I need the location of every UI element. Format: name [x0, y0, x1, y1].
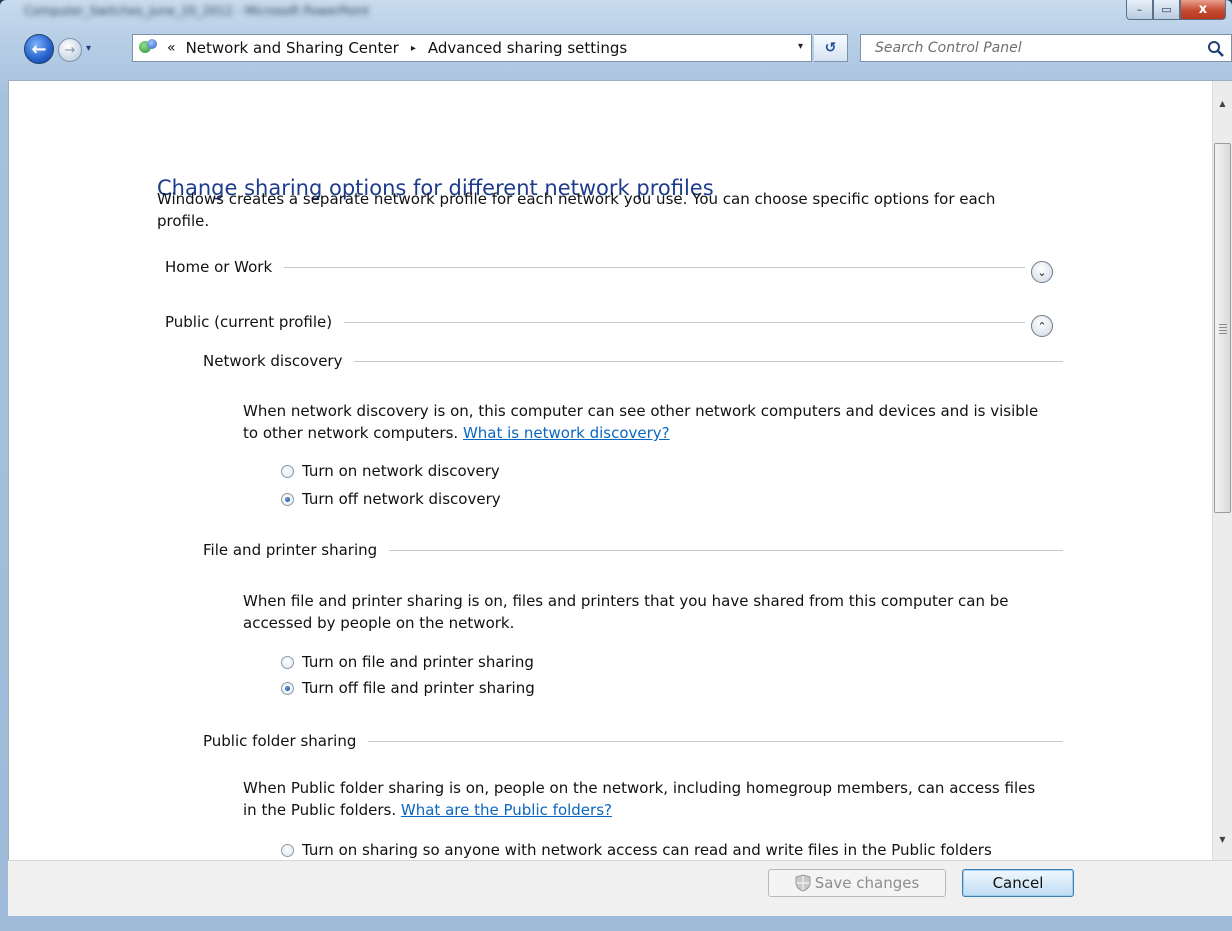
- cancel-label: Cancel: [992, 874, 1044, 892]
- radio-button[interactable]: [281, 843, 294, 857]
- recent-pages-dropdown-icon[interactable]: ▾: [86, 43, 91, 54]
- radio-turn-on-file-printer-sharing[interactable]: Turn on file and printer sharing: [281, 653, 534, 671]
- vertical-scrollbar[interactable]: ▲ ▼: [1212, 81, 1232, 860]
- radio-turn-off-network-discovery[interactable]: Turn off network discovery: [281, 490, 501, 508]
- divider: [344, 321, 1025, 323]
- section-network-discovery: Network discovery: [203, 352, 1063, 370]
- window-title: Computer_Switches_June_20_2012 - Microso…: [24, 4, 370, 18]
- search-box[interactable]: [860, 34, 1232, 62]
- section-public-folder-sharing: Public folder sharing: [203, 732, 1063, 750]
- scrollbar-thumb[interactable]: [1214, 143, 1231, 513]
- breadcrumb-separator-icon[interactable]: ▸: [411, 43, 416, 54]
- profile-public-label: Public (current profile): [165, 313, 333, 331]
- file-printer-sharing-description: When file and printer sharing is on, fil…: [243, 592, 1009, 632]
- network-discovery-description: When network discovery is on, this compu…: [243, 402, 1039, 442]
- what-is-network-discovery-link[interactable]: What is network discovery?: [463, 424, 670, 442]
- forward-button[interactable]: →: [58, 38, 82, 62]
- refresh-button[interactable]: ↺: [814, 34, 848, 62]
- scroll-down-arrow-icon[interactable]: ▼: [1213, 829, 1232, 849]
- breadcrumb: « Network and Sharing Center ▸ Advanced …: [167, 39, 627, 57]
- back-arrow-icon: ←: [31, 38, 47, 60]
- intro-text: Windows creates a separate network profi…: [157, 190, 996, 230]
- save-changes-button[interactable]: Save changes: [768, 869, 946, 897]
- radio-turn-on-network-discovery[interactable]: Turn on network discovery: [281, 462, 500, 480]
- uac-shield-icon: [795, 874, 811, 892]
- public-folder-sharing-description: When Public folder sharing is on, people…: [243, 779, 1036, 819]
- address-dropdown-icon[interactable]: ▾: [798, 41, 803, 52]
- address-bar[interactable]: « Network and Sharing Center ▸ Advanced …: [132, 34, 812, 62]
- save-changes-label: Save changes: [814, 874, 920, 892]
- caption-buttons: – ▭ x: [1126, 0, 1226, 22]
- network-center-icon: [137, 38, 161, 58]
- profile-home-or-work-label: Home or Work: [165, 258, 273, 276]
- maximize-button[interactable]: ▭: [1153, 0, 1180, 20]
- divider: [284, 266, 1025, 268]
- radio-button-selected[interactable]: [281, 492, 294, 506]
- collapse-public-button[interactable]: ⌃: [1031, 315, 1053, 337]
- radio-turn-on-public-folder-sharing[interactable]: Turn on sharing so anyone with network a…: [281, 841, 992, 859]
- breadcrumb-advanced-sharing-settings[interactable]: Advanced sharing settings: [428, 39, 627, 57]
- radio-button[interactable]: [281, 655, 294, 669]
- radio-button-selected[interactable]: [281, 681, 294, 695]
- search-input[interactable]: [873, 39, 1177, 57]
- section-title: Network discovery: [203, 352, 343, 370]
- breadcrumb-overflow-icon[interactable]: «: [167, 40, 176, 56]
- divider: [354, 360, 1063, 362]
- close-button[interactable]: x: [1180, 0, 1226, 20]
- breadcrumb-network-and-sharing-center[interactable]: Network and Sharing Center: [186, 39, 399, 57]
- radio-button[interactable]: [281, 464, 294, 478]
- section-file-and-printer-sharing: File and printer sharing: [203, 541, 1063, 559]
- section-title: Public folder sharing: [203, 732, 357, 750]
- command-bar: Save changes Cancel: [8, 860, 1232, 916]
- navigation-bar: ← → ▾ « Network and Sharing Center ▸ Adv…: [0, 30, 1232, 66]
- chevron-up-icon: ⌃: [1037, 319, 1047, 333]
- back-button[interactable]: ←: [24, 34, 54, 64]
- refresh-icon: ↺: [824, 40, 837, 56]
- chevron-down-icon: ⌄: [1037, 265, 1047, 279]
- forward-arrow-icon: →: [64, 42, 76, 58]
- search-icon[interactable]: [1207, 40, 1225, 58]
- profile-home-or-work[interactable]: Home or Work: [165, 258, 1025, 276]
- control-panel-window: Computer_Switches_June_20_2012 - Microso…: [0, 0, 1232, 931]
- expand-home-or-work-button[interactable]: ⌄: [1031, 261, 1053, 283]
- divider: [368, 740, 1063, 742]
- cancel-button[interactable]: Cancel: [962, 869, 1074, 897]
- radio-turn-off-file-printer-sharing[interactable]: Turn off file and printer sharing: [281, 679, 535, 697]
- divider: [389, 549, 1063, 551]
- scroll-up-arrow-icon[interactable]: ▲: [1213, 93, 1232, 113]
- minimize-button[interactable]: –: [1126, 0, 1153, 20]
- profile-public[interactable]: Public (current profile): [165, 313, 1025, 331]
- section-title: File and printer sharing: [203, 541, 378, 559]
- what-are-public-folders-link[interactable]: What are the Public folders?: [401, 801, 612, 819]
